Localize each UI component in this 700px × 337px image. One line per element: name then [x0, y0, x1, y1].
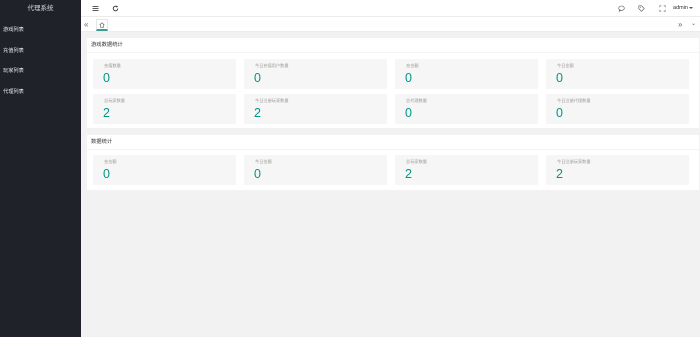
stat-card: 充金额 0	[93, 155, 236, 185]
message-icon[interactable]	[618, 0, 625, 17]
tabs-dropdown-icon[interactable]: ⌄	[691, 17, 696, 32]
stat-value: 2	[103, 106, 110, 120]
stat-label: 今日金额	[255, 159, 272, 164]
stat-value: 0	[103, 167, 110, 181]
sidebar-item-recharge-list[interactable]: 充值列表	[0, 41, 81, 62]
stat-value: 2	[254, 106, 261, 120]
stat-value: 0	[254, 167, 261, 181]
stat-value: 2	[556, 167, 563, 181]
stat-card: 今日充值用户数量 0	[244, 59, 387, 89]
sidebar-item-agent-list[interactable]: 代理列表	[0, 82, 81, 103]
data-stats-card: 数据统计 充金额 0 今日金额 0 总玩家数量 2 今日注册玩家数量 2	[87, 135, 699, 190]
stat-label: 今日注册玩家数量	[557, 159, 591, 164]
game-stats-title: 游戏数据统计	[87, 38, 699, 53]
stat-value: 0	[254, 71, 261, 85]
sidebar: 代理系统 游戏列表 充值列表 玩家列表 代理列表	[0, 0, 81, 337]
stat-label: 总玩家数量	[406, 159, 427, 164]
stat-label: 充值数量	[104, 63, 121, 68]
stat-card: 今日金额 0	[546, 59, 689, 89]
fullscreen-icon[interactable]	[659, 0, 666, 17]
stat-label: 总玩家数量	[104, 98, 125, 103]
stat-value: 0	[405, 106, 412, 120]
tabs-bar: « » ⌄	[81, 17, 700, 32]
menu-toggle-icon[interactable]	[92, 0, 99, 17]
tabs-scroll-right-icon[interactable]: »	[678, 17, 682, 32]
stat-label: 充金额	[104, 159, 117, 164]
stat-value: 0	[556, 71, 563, 85]
stat-value: 0	[103, 71, 110, 85]
stat-card: 总玩家数量 2	[93, 94, 236, 124]
stat-card: 今日注册代理数量 0	[546, 94, 689, 124]
stat-label: 总代理数量	[406, 98, 427, 103]
stat-card: 总代理数量 0	[395, 94, 538, 124]
stat-card: 总玩家数量 2	[395, 155, 538, 185]
sidebar-item-player-list[interactable]: 玩家列表	[0, 61, 81, 82]
tabs-scroll-left-icon[interactable]: «	[84, 17, 88, 32]
tab-home[interactable]	[96, 19, 108, 31]
stat-card: 今日注册玩家数量 2	[244, 94, 387, 124]
stat-label: 今日注册玩家数量	[255, 98, 289, 103]
stat-value: 0	[556, 106, 563, 120]
username: admin	[673, 5, 688, 11]
stat-label: 今日金额	[557, 63, 574, 68]
stat-label: 今日注册代理数量	[557, 98, 591, 103]
chevron-down-icon	[689, 6, 693, 9]
sidebar-menu: 游戏列表 充值列表 玩家列表 代理列表	[0, 20, 81, 102]
home-icon	[99, 22, 105, 28]
stat-card: 充值数量 0	[93, 59, 236, 89]
app-logo: 代理系统	[27, 5, 54, 12]
top-header: admin	[81, 0, 700, 17]
stat-label: 充金额	[406, 63, 419, 68]
stat-card: 今日注册玩家数量 2	[546, 155, 689, 185]
data-stats-title: 数据统计	[87, 135, 699, 150]
tag-icon[interactable]	[638, 0, 645, 17]
stat-label: 今日充值用户数量	[255, 63, 289, 68]
stat-card: 充金额 0	[395, 59, 538, 89]
stat-value: 0	[405, 71, 412, 85]
stat-value: 2	[405, 167, 412, 181]
refresh-icon[interactable]	[112, 0, 119, 17]
game-stats-card: 游戏数据统计 充值数量 0 今日充值用户数量 0 充金额 0 今日金额 0 总玩…	[87, 38, 699, 128]
stat-card: 今日金额 0	[244, 155, 387, 185]
user-menu[interactable]: admin	[673, 0, 693, 17]
sidebar-item-game-list[interactable]: 游戏列表	[0, 20, 81, 41]
